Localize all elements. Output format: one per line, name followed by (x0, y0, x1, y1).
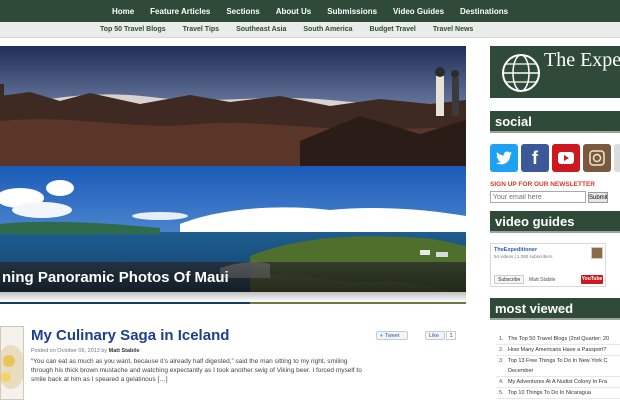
nav-feature-articles[interactable]: Feature Articles (142, 7, 218, 16)
tweet-label: Tweet (384, 332, 400, 339)
list-item-title: December (508, 368, 534, 374)
most-viewed-heading: most viewed (490, 298, 620, 320)
list-item-number: 4. (499, 379, 504, 385)
youtube-subscribe-button[interactable]: Subscribe (494, 275, 525, 284)
youtube-channel-stats: 54 videos | 1,380 subscribers (494, 254, 553, 259)
list-item-title: The Top 50 Travel Blogs (2nd Quarter: 20 (508, 336, 610, 342)
nav-about-us[interactable]: About Us (268, 7, 320, 16)
newsletter-label: SIGN UP FOR OUR NEWSLETTER (490, 181, 595, 188)
plate-image (1, 345, 23, 389)
article-meta: Posted on October 06, 2013 by Matt Stabi… (31, 348, 140, 354)
like-label: Like (429, 332, 440, 339)
tweet-button[interactable]: ♦ Tweet (376, 331, 408, 340)
article-title[interactable]: My Culinary Saga in Iceland (31, 327, 229, 344)
like-button[interactable]: Like (425, 331, 445, 340)
nav-sections[interactable]: Sections (218, 7, 267, 16)
channel-avatar[interactable] (591, 247, 603, 259)
youtube-channel-widget: TheExpeditioner 54 videos | 1,380 subscr… (490, 243, 606, 287)
facebook-icon[interactable]: f (521, 144, 549, 172)
article-author[interactable]: Matt Stabile (109, 348, 140, 354)
more-social-icon[interactable] (614, 144, 620, 172)
sub-nav: Top 50 Travel Blogs Travel Tips Southeas… (0, 22, 620, 38)
hero-shadow (0, 292, 466, 302)
list-item-title: How Many Americans Have a Passport? (508, 347, 607, 353)
subnav-top-50-travel-blogs[interactable]: Top 50 Travel Blogs (100, 26, 166, 33)
top-nav: Home Feature Articles Sections About Us … (0, 0, 620, 22)
list-item-number: 3. (499, 358, 504, 364)
list-item-number: 5. (499, 390, 504, 396)
list-item[interactable]: 1. The Top 50 Travel Blogs (2nd Quarter: … (496, 334, 620, 345)
social-icons: f (490, 144, 620, 172)
list-item[interactable]: 2. How Many Americans Have a Passport? (496, 345, 620, 356)
subnav-travel-news[interactable]: Travel News (433, 26, 473, 33)
subnav-south-america[interactable]: South America (303, 26, 352, 33)
nav-destinations[interactable]: Destinations (452, 7, 516, 16)
hero-caption[interactable]: ning Panoramic Photos Of Maui (0, 262, 466, 292)
youtube-user-name[interactable]: Matt Stabile (529, 277, 555, 283)
subnav-budget-travel[interactable]: Budget Travel (370, 26, 416, 33)
list-item-title: My Adventures At A Nudist Colony In Fra (508, 379, 608, 385)
like-count: 1 (446, 331, 456, 340)
newsletter-submit-button[interactable]: Submit (588, 192, 608, 203)
list-item-title: Top 13 Free Things To Do In New York C (508, 358, 608, 364)
list-item-number: 2. (499, 347, 504, 353)
youtube-logo[interactable]: YouTube (581, 275, 603, 284)
list-item[interactable]: 3. Top 13 Free Things To Do In New York C (496, 356, 620, 366)
nav-video-guides[interactable]: Video Guides (385, 7, 452, 16)
list-item-number: 1. (499, 336, 504, 342)
twitter-bird-icon: ♦ (380, 332, 383, 339)
most-viewed-list: 1. The Top 50 Travel Blogs (2nd Quarter: … (496, 334, 620, 399)
article-thumbnail[interactable] (0, 326, 24, 400)
list-item[interactable]: 4. My Adventures At A Nudist Colony In Fr… (496, 377, 620, 388)
globe-icon (502, 54, 540, 92)
article-meta-prefix: Posted on October 06, 2013 by (31, 348, 108, 354)
subnav-southeast-asia[interactable]: Southeast Asia (236, 26, 286, 33)
article-excerpt: “You can eat as much as you want, becaus… (31, 358, 362, 383)
list-item-title: Top 10 Things To Do In Nicaragua (508, 390, 591, 396)
subnav-travel-tips[interactable]: Travel Tips (183, 26, 219, 33)
twitter-icon[interactable] (490, 144, 518, 172)
social-heading: social (490, 111, 620, 133)
site-logo[interactable]: The Expedit (490, 46, 620, 98)
newsletter-email-input[interactable] (490, 191, 586, 203)
nav-submissions[interactable]: Submissions (319, 7, 385, 16)
youtube-icon[interactable] (552, 144, 580, 172)
instagram-icon[interactable] (583, 144, 611, 172)
nav-home[interactable]: Home (104, 7, 142, 16)
youtube-channel-name[interactable]: TheExpeditioner (494, 247, 537, 253)
logo-text: The Expedit (544, 49, 620, 71)
video-guides-heading: video guides (490, 211, 620, 233)
list-item[interactable]: December (496, 366, 620, 377)
list-item[interactable]: 5. Top 10 Things To Do In Nicaragua (496, 388, 620, 399)
